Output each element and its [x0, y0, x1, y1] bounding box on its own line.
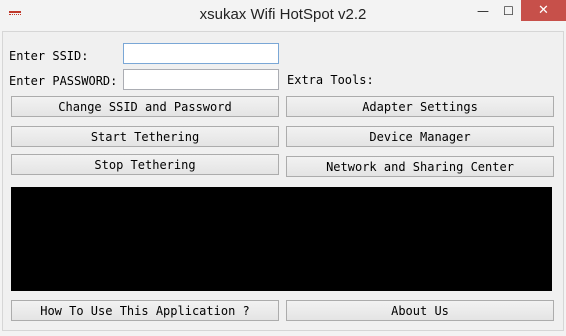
how-to-use-button[interactable]: How To Use This Application ?	[11, 300, 279, 321]
start-tethering-button[interactable]: Start Tethering	[11, 126, 279, 147]
password-label: Enter PASSWORD:	[9, 74, 118, 88]
console-output[interactable]	[11, 187, 552, 291]
title-bar[interactable]: xsukax Wifi HotSpot v2.2 — ☐ ✕	[0, 0, 566, 31]
maximize-button[interactable]: ☐	[496, 0, 521, 21]
ssid-textbox[interactable]	[123, 43, 279, 65]
device-manager-button[interactable]: Device Manager	[286, 126, 554, 147]
password-input[interactable]	[124, 71, 278, 91]
ssid-label: Enter SSID:	[9, 49, 89, 63]
extra-tools-label: Extra Tools:	[287, 73, 374, 87]
close-button[interactable]: ✕	[521, 0, 566, 21]
minimize-button[interactable]: —	[470, 0, 496, 21]
about-us-button[interactable]: About Us	[286, 300, 554, 321]
network-sharing-center-button[interactable]: Network and Sharing Center	[286, 156, 554, 177]
stop-tethering-button[interactable]: Stop Tethering	[11, 154, 279, 175]
app-window: xsukax Wifi HotSpot v2.2 — ☐ ✕ Enter SSI…	[0, 0, 566, 336]
password-textbox[interactable]	[123, 69, 279, 91]
change-ssid-password-button[interactable]: Change SSID and Password	[11, 96, 279, 117]
ssid-input[interactable]	[124, 45, 278, 65]
adapter-settings-button[interactable]: Adapter Settings	[286, 96, 554, 117]
client-area: Enter SSID: Enter PASSWORD: Extra Tools:…	[2, 31, 564, 331]
